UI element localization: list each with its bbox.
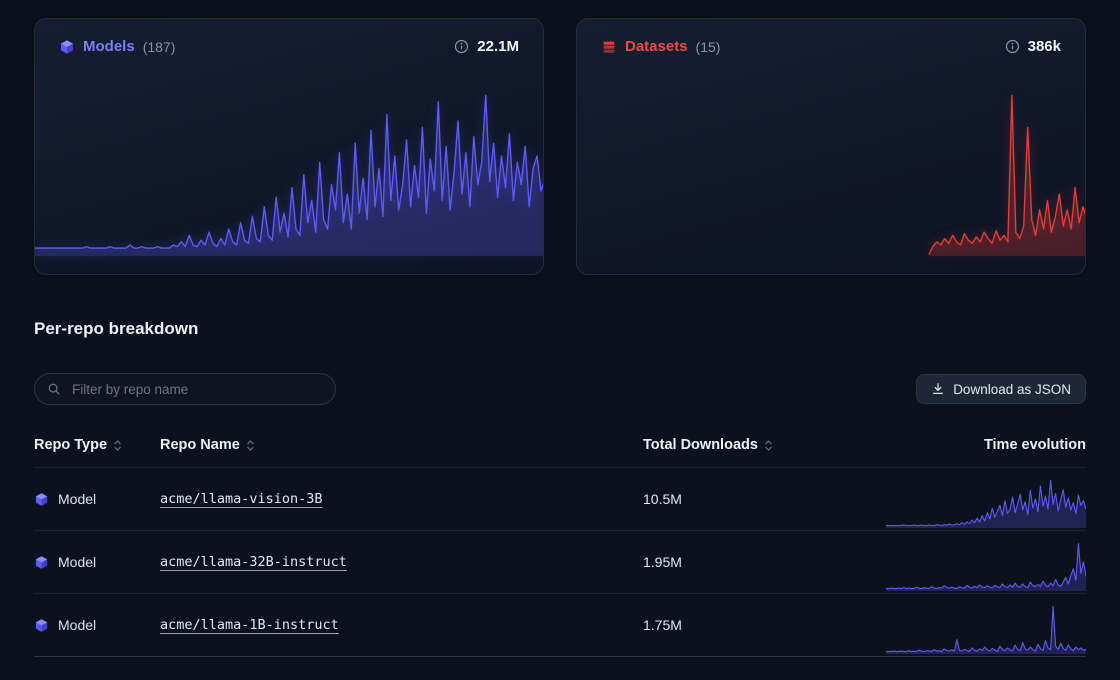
datasets-total-downloads: 386k	[1028, 38, 1061, 55]
col-header-time-evolution-label: Time evolution	[984, 437, 1086, 453]
models-card-title: Models	[83, 38, 135, 55]
repo-type-label: Model	[58, 617, 96, 633]
table-row: Model acme/llama-vision-3B 10.5M	[34, 467, 1086, 530]
repo-name-cell: acme/llama-32B-instruct	[160, 553, 643, 571]
section-title: Per-repo breakdown	[34, 319, 1086, 339]
download-icon	[931, 382, 945, 396]
table-row: Model acme/llama-32B-instruct 1.95M	[34, 530, 1086, 593]
repo-table: Repo Type Repo Name Total Downloads Time…	[34, 423, 1086, 657]
model-cube-icon	[34, 618, 49, 633]
table-header-row: Repo Type Repo Name Total Downloads Time…	[34, 423, 1086, 467]
sort-chevrons-icon	[246, 439, 255, 452]
repo-sparkline-chart	[886, 476, 1086, 528]
repo-type-cell: Model	[34, 491, 160, 507]
sort-chevrons-icon	[764, 439, 773, 452]
total-downloads-cell: 1.75M	[643, 617, 882, 633]
repo-filter[interactable]	[34, 373, 336, 405]
models-card-total-group: 22.1M	[454, 38, 519, 55]
col-header-repo-name-label: Repo Name	[160, 437, 240, 453]
col-header-total-downloads[interactable]: Total Downloads	[643, 437, 882, 453]
time-evolution-cell	[882, 466, 1086, 533]
model-cube-icon	[34, 492, 49, 507]
datasets-downloads-chart	[577, 91, 1086, 256]
models-card-count: (187)	[143, 39, 176, 55]
table-controls: Download as JSON	[34, 373, 1086, 405]
model-cube-icon	[59, 39, 75, 55]
table-row: Model acme/llama-1B-instruct 1.75M	[34, 593, 1086, 657]
dataset-database-icon	[601, 39, 617, 55]
search-icon	[47, 382, 61, 396]
datasets-card-count: (15)	[696, 39, 721, 55]
download-json-button[interactable]: Download as JSON	[916, 374, 1086, 404]
info-icon[interactable]	[1005, 39, 1020, 54]
repo-type-label: Model	[58, 491, 96, 507]
repo-link[interactable]: acme/llama-vision-3B	[160, 491, 323, 507]
total-downloads-cell: 1.95M	[643, 554, 882, 570]
models-downloads-chart	[35, 91, 544, 256]
col-header-total-downloads-label: Total Downloads	[643, 437, 758, 453]
models-card: Models (187) 22.1M	[34, 18, 544, 275]
repo-type-cell: Model	[34, 554, 160, 570]
analytics-dashboard: Models (187) 22.1M Datasets (15)	[0, 0, 1120, 657]
repo-type-label: Model	[58, 554, 96, 570]
time-evolution-cell	[882, 529, 1086, 596]
model-cube-icon	[34, 555, 49, 570]
repo-filter-input[interactable]	[70, 381, 323, 398]
sort-chevrons-icon	[113, 439, 122, 452]
repo-link[interactable]: acme/llama-32B-instruct	[160, 554, 347, 570]
col-header-repo-type[interactable]: Repo Type	[34, 437, 160, 453]
col-header-repo-name[interactable]: Repo Name	[160, 437, 643, 453]
repo-sparkline-chart	[886, 539, 1086, 591]
col-header-repo-type-label: Repo Type	[34, 437, 107, 453]
time-evolution-cell	[882, 592, 1086, 659]
repo-name-cell: acme/llama-vision-3B	[160, 490, 643, 508]
download-json-label: Download as JSON	[953, 382, 1071, 397]
repo-sparkline-chart	[886, 602, 1086, 654]
repo-type-cell: Model	[34, 617, 160, 633]
total-downloads-cell: 10.5M	[643, 491, 882, 507]
info-icon[interactable]	[454, 39, 469, 54]
repo-name-cell: acme/llama-1B-instruct	[160, 616, 643, 634]
datasets-card-total-group: 386k	[1005, 38, 1061, 55]
datasets-card: Datasets (15) 386k	[576, 18, 1086, 275]
datasets-card-header: Datasets (15) 386k	[577, 19, 1085, 55]
datasets-card-title: Datasets	[625, 38, 688, 55]
repo-link[interactable]: acme/llama-1B-instruct	[160, 617, 339, 633]
models-card-header: Models (187) 22.1M	[35, 19, 543, 55]
col-header-time-evolution: Time evolution	[882, 437, 1086, 453]
models-total-downloads: 22.1M	[477, 38, 519, 55]
summary-cards: Models (187) 22.1M Datasets (15)	[34, 18, 1086, 275]
